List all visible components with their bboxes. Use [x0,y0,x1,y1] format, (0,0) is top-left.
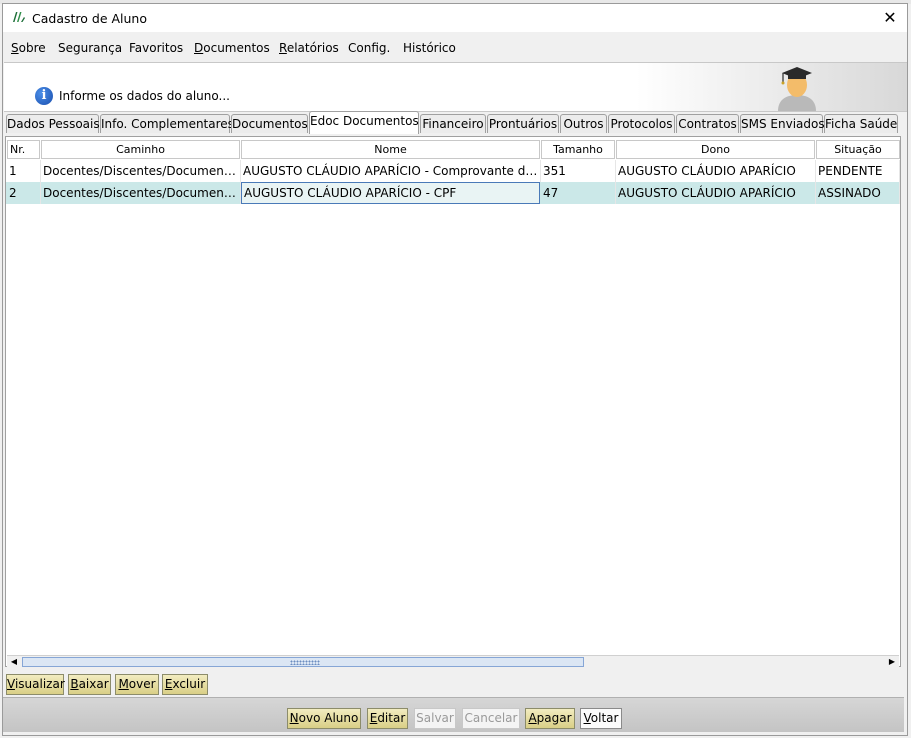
menu-seguranca[interactable]: Segurança [58,41,122,55]
voltar-button[interactable]: Voltar [580,708,622,729]
app-logo-icon [13,12,25,22]
info-icon: i [35,87,53,105]
cancelar-button[interactable]: Cancelar [462,708,520,729]
cell-dono: AUGUSTO CLÁUDIO APARÍCIO [616,160,816,182]
salvar-button[interactable]: Salvar [414,708,456,729]
table-row-selected[interactable]: 2 Docentes/Discentes/Documentaca... AUGU… [6,182,900,204]
window-title: Cadastro de Aluno [32,11,147,26]
tab-dados-pessoais[interactable]: Dados Pessoais [6,114,100,133]
documents-grid: Nr. Caminho Nome Tamanho Dono Situação 1… [5,136,901,668]
menu-favoritos[interactable]: Favoritos [129,41,183,55]
tab-financeiro[interactable]: Financeiro [420,114,486,133]
tab-documentos[interactable]: Documentos [231,114,308,133]
cell-nr: 1 [7,160,41,182]
cell-nome: AUGUSTO CLÁUDIO APARÍCIO - Comprovante d… [241,160,541,182]
tab-sms-enviados[interactable]: SMS Enviados [740,114,825,133]
tab-contratos[interactable]: Contratos [676,114,739,133]
column-header-tamanho[interactable]: Tamanho [541,140,615,159]
column-header-nr[interactable]: Nr. [7,140,40,159]
novo-aluno-button[interactable]: Novo Aluno [287,708,361,729]
tab-protocolos[interactable]: Protocolos [608,114,675,133]
cell-tamanho: 351 [541,160,616,182]
cell-caminho: Docentes/Discentes/Documentaca... [41,182,241,204]
horizontal-scrollbar[interactable]: ◀ ▶ [7,655,899,668]
tab-prontuarios[interactable]: Prontuários [487,114,559,133]
tab-outros[interactable]: Outros [560,114,607,133]
tab-edoc-documentos[interactable]: Edoc Documentos [309,111,419,134]
column-header-nome[interactable]: Nome [241,140,540,159]
student-graduate-icon [778,67,816,111]
cell-nome-focused[interactable]: AUGUSTO CLÁUDIO APARÍCIO - CPF [241,182,540,204]
cell-nr: 2 [7,182,41,204]
menu-relatorios[interactable]: Relatórios [279,41,339,55]
tab-info-complementares[interactable]: Info. Complementares [100,114,234,133]
mover-button[interactable]: Mover [115,674,159,695]
editar-button[interactable]: Editar [367,708,408,729]
close-icon[interactable]: ✕ [879,7,901,29]
cell-tamanho: 47 [541,182,616,204]
table-row[interactable]: 1 Docentes/Discentes/Documentaca... AUGU… [6,160,900,182]
cell-situacao: ASSINADO [816,182,900,204]
menu-config[interactable]: Config. [348,41,390,55]
apagar-button[interactable]: Apagar [525,708,575,729]
scroll-right-icon[interactable]: ▶ [885,656,899,668]
column-header-caminho[interactable]: Caminho [41,140,240,159]
cell-caminho: Docentes/Discentes/Documentaca... [41,160,241,182]
baixar-button[interactable]: Baixar [68,674,111,695]
menu-historico[interactable]: Histórico [403,41,456,55]
scroll-left-icon[interactable]: ◀ [7,656,21,668]
cell-dono: AUGUSTO CLÁUDIO APARÍCIO [616,182,816,204]
tab-ficha-saude[interactable]: Ficha Saúde [824,114,898,133]
cell-situacao: PENDENTE [816,160,900,182]
tab-strip: Dados Pessoais Info. Complementares Docu… [4,111,900,134]
visualizar-button[interactable]: Visualizar [6,674,65,695]
excluir-button[interactable]: Excluir [162,674,208,695]
menu-bar: Sobre Segurança Favoritos Documentos Rel… [3,36,907,60]
scroll-thumb[interactable] [22,657,584,667]
thumb-grip [290,660,320,665]
info-banner: i Informe os dados do aluno... [4,62,907,112]
info-text: Informe os dados do aluno... [59,89,230,103]
column-header-situacao[interactable]: Situação [816,140,900,159]
menu-sobre[interactable]: Sobre [11,41,46,55]
title-bar: Cadastro de Aluno ✕ [3,4,907,32]
column-header-dono[interactable]: Dono [616,140,815,159]
menu-documentos[interactable]: Documentos [194,41,270,55]
